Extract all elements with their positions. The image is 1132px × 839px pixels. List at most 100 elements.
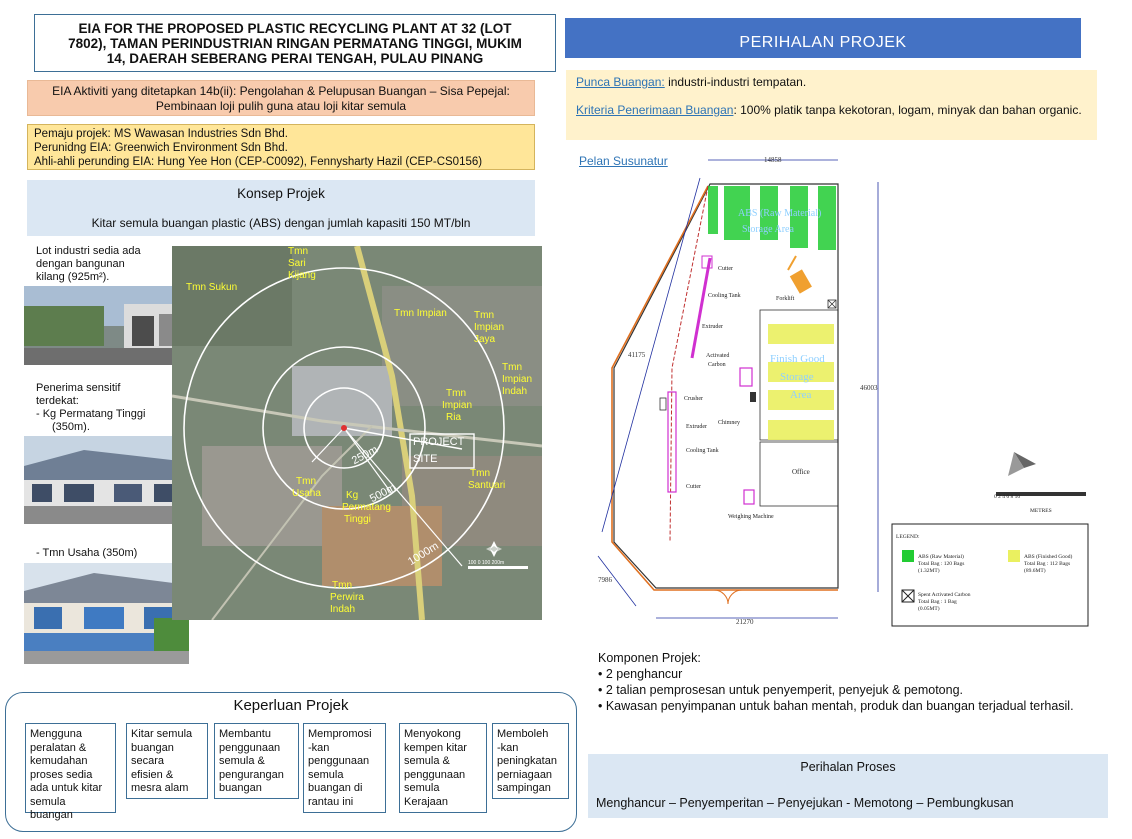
- keperluan-line: perniagaan: [497, 768, 553, 781]
- keperluan-line: -kan: [497, 741, 519, 754]
- pemaju-line-1: Pemaju projek: MS Wawasan Industries Sdn…: [34, 128, 288, 140]
- map-label: Tmn: [474, 310, 494, 321]
- keperluan-line: buangan: [131, 741, 174, 754]
- keperluan-line: Kitar semula: [131, 728, 193, 740]
- map-label: Impian: [502, 374, 532, 385]
- keperluan-line: kemudahan: [30, 755, 88, 767]
- equip-label: Cooling Tank: [708, 293, 741, 299]
- keperluan-line: penggunaan: [404, 768, 466, 781]
- kriteria-text: : 100% platik tanpa kekotoran, logam, mi…: [733, 103, 1082, 117]
- map-label: Indah: [330, 604, 355, 615]
- keperluan-line: Menyokong: [404, 728, 461, 740]
- equip-label: Weighing Machine: [728, 514, 774, 520]
- keperluan-line: Mengguna: [30, 728, 82, 740]
- raw-area-label: ABS (Raw Material): [738, 208, 821, 219]
- legend-label: ABS (Finished Good): [1024, 553, 1072, 560]
- keperluan-line: kempen kitar: [404, 741, 467, 754]
- kriteria-line: Kriteria Penerimaan Buangan: 100% platik…: [576, 103, 1087, 118]
- legend-label: Total Bag : 112 Bags: [1024, 561, 1070, 567]
- map-label: Tmn: [470, 468, 490, 479]
- equip-label: Cutter: [686, 484, 701, 490]
- lot-note-line: kilang (925m²).: [36, 271, 110, 283]
- project-site-label: SITE: [413, 453, 437, 465]
- map-label: Usaha: [292, 488, 321, 499]
- map-label: Tmn Impian: [394, 308, 447, 319]
- keperluan-line: mesra alam: [131, 782, 189, 794]
- penerima-item: - Kg Permatang Tinggi (350m).: [36, 408, 146, 433]
- dim-bottom: 21270: [736, 618, 754, 626]
- map-label: Tmn: [502, 362, 522, 373]
- keperluan-line: penggunaan: [308, 755, 370, 767]
- map-label: Tmn: [288, 246, 308, 257]
- dim-right: 46003: [860, 384, 878, 392]
- lot-note: Lot industri sedia ada dengan bangunan k…: [36, 245, 176, 284]
- tmn-usaha-note: - Tmn Usaha (350m): [36, 547, 138, 559]
- map-scale: 100 0 100 200m: [468, 560, 504, 566]
- keperluan-box: Kitar semula buangan secara efisien & me…: [126, 723, 208, 799]
- keperluan-line: -kan: [308, 741, 330, 754]
- sensitive-receptor-note: Penerima sensitif terdekat: - Kg Permata…: [36, 382, 176, 434]
- dim-left: 41175: [628, 351, 646, 359]
- map-label: Tmn: [296, 476, 316, 487]
- komponen-item: • 2 talian pemprosesan untuk penyemperit…: [598, 683, 964, 697]
- proses-heading: Perihalan Proses: [800, 760, 896, 774]
- map-label: Tmn: [446, 388, 466, 399]
- lot-note-line: Lot industri sedia ada: [36, 245, 141, 257]
- metre-scale-label: METRES: [1030, 508, 1052, 514]
- equip-label: Cooling Tank: [686, 448, 719, 454]
- project-site-label: PROJECT: [413, 436, 465, 448]
- legend-title: LEGEND:: [896, 534, 920, 540]
- map-label: Sari: [288, 258, 306, 269]
- equip-label: Extruder: [702, 324, 723, 330]
- keperluan-line: pengurangan: [219, 768, 284, 781]
- metre-scale: 0 2 4 6 8 10: [994, 494, 1020, 500]
- keperluan-line: semula: [308, 768, 344, 781]
- keperluan-line: ada untuk kitar: [30, 782, 103, 794]
- proses-text: Menghancur – Penyemperitan – Penyejukan …: [596, 796, 1014, 810]
- konsep-box: Konsep Projek Kitar semula buangan plast…: [27, 180, 535, 236]
- dim-top: 14858: [764, 156, 782, 164]
- map-label: Impian: [442, 400, 472, 411]
- kriteria-label: Kriteria Penerimaan Buangan: [576, 103, 734, 117]
- equip-label: Chimney: [718, 420, 740, 426]
- layout-plan: 14858 41175 46003 21270 7986 ABS (Raw Ma…: [590, 152, 1100, 642]
- eia-activity-box: EIA Aktiviti yang ditetapkan 14b(ii): Pe…: [27, 80, 535, 116]
- penerima-line: terdekat:: [36, 395, 79, 407]
- keperluan-panel: Keperluan Projek Mengguna peralatan & ke…: [5, 692, 577, 832]
- komponen-item: • 2 penghancur: [598, 667, 683, 681]
- kampung-photo: [24, 436, 189, 524]
- finish-area-label: Storage: [780, 371, 814, 383]
- keperluan-line: semula &: [219, 755, 265, 767]
- keperluan-line: rantau ini: [308, 795, 354, 808]
- punca-box: Punca Buangan: industri-industri tempata…: [566, 70, 1097, 140]
- keperluan-line: efisien &: [131, 768, 174, 781]
- legend-label: Total Bag : 120 Bags: [918, 561, 964, 567]
- map-label: Impian: [474, 322, 504, 333]
- konsep-text: Kitar semula buangan plastic (ABS) denga…: [91, 216, 471, 230]
- map-label: Tinggi: [344, 514, 371, 525]
- title-line-3: 14, DAERAH SEBERANG PERAI TENGAH, PULAU …: [106, 51, 484, 66]
- keperluan-box: Memboleh -kan peningkatan perniagaan sam…: [492, 723, 569, 799]
- keperluan-line: semula &: [404, 755, 450, 767]
- punca-line: Punca Buangan: industri-industri tempata…: [576, 75, 1087, 90]
- keperluan-line: semula buangan: [30, 795, 73, 822]
- tmn-usaha-photo: [24, 563, 189, 664]
- keperluan-line: buangan: [219, 782, 262, 794]
- equip-label: Extruder: [686, 424, 707, 430]
- pemaju-box: Pemaju projek: MS Wawasan Industries Sdn…: [27, 124, 535, 170]
- eia-activity-line-2: Pembinaan loji pulih guna atau loji kita…: [155, 99, 407, 113]
- map-label: Tmn: [332, 580, 352, 591]
- keperluan-heading: Keperluan Projek: [233, 697, 349, 714]
- pemaju-line-3: Ahli-ahli perunding EIA: Hung Yee Hon (C…: [34, 156, 483, 168]
- pelan-label: Pelan Susunatur: [579, 154, 668, 168]
- equip-label: Carbon: [708, 362, 726, 368]
- page-title: EIA FOR THE PROPOSED PLASTIC RECYCLING P…: [34, 14, 556, 72]
- keperluan-line: Mempromosi: [308, 728, 372, 740]
- title-line-2: 7802), TAMAN PERINDUSTRIAN RINGAN PERMAT…: [68, 36, 522, 51]
- keperluan-line: peralatan &: [30, 741, 87, 754]
- keperluan-box: Mengguna peralatan & kemudahan proses se…: [25, 723, 116, 821]
- keperluan-box: Mempromosi -kan penggunaan semula buanga…: [303, 723, 386, 813]
- keperluan-box: Membantu penggunaan semula & pengurangan…: [214, 723, 299, 799]
- legend-label: Total Bag : 1 Bag: [918, 599, 957, 605]
- keperluan-line: penggunaan: [219, 741, 281, 754]
